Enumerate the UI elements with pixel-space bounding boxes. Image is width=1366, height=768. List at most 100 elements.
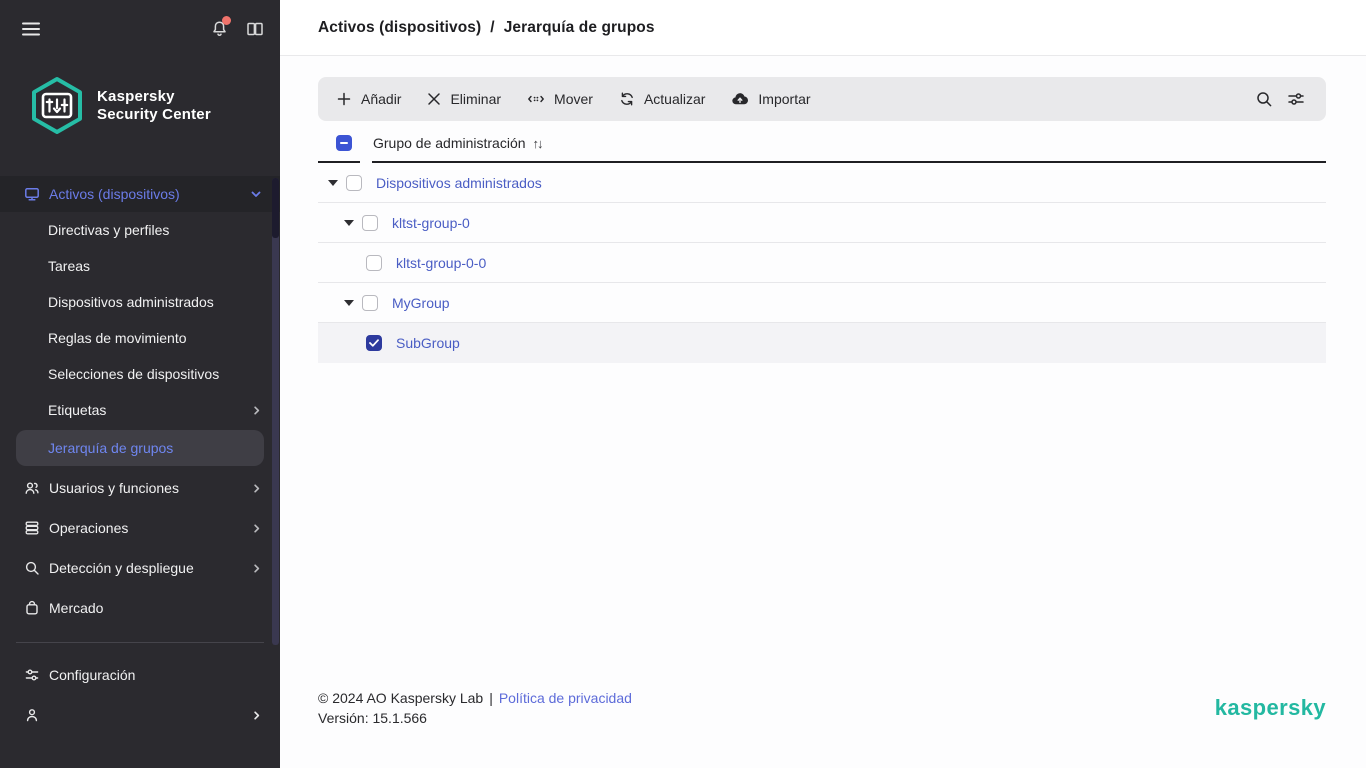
sidebar-item-label: Jerarquía de grupos <box>48 440 173 456</box>
row-checkbox[interactable] <box>366 255 382 271</box>
group-link[interactable]: kltst-group-0-0 <box>396 255 486 271</box>
breadcrumb-current: Jerarquía de grupos <box>504 19 655 37</box>
sidebar-item-directivas-y-perfiles[interactable]: Directivas y perfiles <box>0 212 280 248</box>
table-row: Dispositivos administrados <box>318 163 1326 203</box>
chevron-right-icon <box>251 523 262 534</box>
sidebar-item-deteccion-y-despliegue[interactable]: Detección y despliegue <box>0 548 280 588</box>
refresh-button[interactable]: Actualizar <box>619 91 705 107</box>
sliders-icon <box>24 667 40 683</box>
sidebar-item-label: Dispositivos administrados <box>48 294 262 310</box>
filter-settings-button[interactable] <box>1280 83 1312 115</box>
sidebar-item-label: Operaciones <box>49 520 251 536</box>
privacy-policy-link[interactable]: Política de privacidad <box>499 688 632 708</box>
sidebar-scrollbar[interactable] <box>272 178 279 645</box>
row-checkbox-checked[interactable] <box>366 335 382 351</box>
brand-title-line1: Kaspersky <box>97 88 211 106</box>
table-row-selected: SubGroup <box>318 323 1326 363</box>
sidebar-item-label: Reglas de movimiento <box>48 330 262 346</box>
search-icon <box>1255 90 1273 108</box>
chevron-right-icon <box>251 563 262 574</box>
sidebar-item-jerarquia-de-grupos[interactable]: Jerarquía de grupos <box>16 430 264 466</box>
notification-badge <box>222 16 231 25</box>
sidebar-item-label: Selecciones de dispositivos <box>48 366 262 382</box>
content: Añadir Eliminar Mover Actualizar Importa… <box>280 56 1366 768</box>
sidebar-item-tareas[interactable]: Tareas <box>0 248 280 284</box>
sidebar-item-usuarios-y-funciones[interactable]: Usuarios y funciones <box>0 468 280 508</box>
expander-icon[interactable] <box>344 300 362 306</box>
chevron-right-icon <box>251 710 262 721</box>
sidebar-item-label: Activos (dispositivos) <box>49 186 250 202</box>
person-icon <box>24 707 40 723</box>
group-link[interactable]: Dispositivos administrados <box>376 175 542 191</box>
group-link[interactable]: kltst-group-0 <box>392 215 470 231</box>
column-header-grupo[interactable]: Grupo de administración ↑↓ <box>373 135 542 151</box>
sidebar-item-activos-dispositivos[interactable]: Activos (dispositivos) <box>0 176 280 212</box>
move-button[interactable]: Mover <box>527 91 593 107</box>
brand-title-line2: Security Center <box>97 106 211 124</box>
refresh-icon <box>619 91 635 107</box>
row-checkbox[interactable] <box>362 215 378 231</box>
kaspersky-wordmark: kaspersky <box>1215 695 1326 721</box>
sidebar-item-reglas-de-movimiento[interactable]: Reglas de movimiento <box>0 320 280 356</box>
breadcrumb-separator: / <box>490 19 494 37</box>
import-button-label: Importar <box>758 91 810 107</box>
row-checkbox[interactable] <box>346 175 362 191</box>
sidebar-item-label: Detección y despliegue <box>49 560 251 576</box>
sidebar-divider <box>16 642 264 643</box>
search-button[interactable] <box>1248 83 1280 115</box>
menu-icon[interactable] <box>22 22 40 36</box>
breadcrumb: Activos (dispositivos) / Jerarquía de gr… <box>318 19 655 37</box>
close-icon <box>427 92 441 106</box>
sidebar-scrollbar-thumb[interactable] <box>272 178 279 238</box>
sidebar-item-selecciones-de-dispositivos[interactable]: Selecciones de dispositivos <box>0 356 280 392</box>
sidebar-item-label: Configuración <box>49 667 262 683</box>
expander-icon[interactable] <box>328 180 346 186</box>
sidebar-item-etiquetas[interactable]: Etiquetas <box>0 392 280 428</box>
sort-arrows-icon[interactable]: ↑↓ <box>533 136 542 151</box>
sidebar-item-mercado[interactable]: Mercado <box>0 588 280 628</box>
refresh-button-label: Actualizar <box>644 91 705 107</box>
select-all-checkbox[interactable] <box>336 135 352 151</box>
sidebar-item-label: Tareas <box>48 258 262 274</box>
chevron-down-icon <box>250 188 262 200</box>
table-header: Grupo de administración ↑↓ <box>318 125 1326 161</box>
row-checkbox[interactable] <box>362 295 378 311</box>
sidebar-item-label: Mercado <box>49 600 262 616</box>
plus-icon <box>336 91 352 107</box>
cloud-upload-icon <box>731 91 749 107</box>
expander-icon[interactable] <box>344 220 362 226</box>
group-link[interactable]: SubGroup <box>396 335 460 351</box>
sidebar-topbar <box>0 0 280 38</box>
sidebar-item-operaciones[interactable]: Operaciones <box>0 508 280 548</box>
sidebar-item-dispositivos-administrados[interactable]: Dispositivos administrados <box>0 284 280 320</box>
version-text: Versión: 15.1.566 <box>318 708 632 728</box>
page-header: Activos (dispositivos) / Jerarquía de gr… <box>280 0 1366 56</box>
breadcrumb-activos[interactable]: Activos (dispositivos) <box>318 19 481 37</box>
chevron-right-icon <box>251 483 262 494</box>
bag-icon <box>24 600 40 616</box>
footer-separator: | <box>489 688 493 708</box>
delete-button[interactable]: Eliminar <box>427 91 501 107</box>
sidebar-item-label: Etiquetas <box>48 402 251 418</box>
add-button[interactable]: Añadir <box>336 91 401 107</box>
table-row: kltst-group-0 <box>318 203 1326 243</box>
sidebar-nav: Activos (dispositivos) Directivas y perf… <box>0 176 280 735</box>
group-link[interactable]: MyGroup <box>392 295 450 311</box>
book-icon <box>246 21 264 37</box>
monitor-icon <box>24 186 40 202</box>
column-header-label: Grupo de administración <box>373 135 526 151</box>
table-row: MyGroup <box>318 283 1326 323</box>
sidebar-item-label: Usuarios y funciones <box>49 480 251 496</box>
kaspersky-logo <box>28 76 86 136</box>
sidebar-item-label: Directivas y perfiles <box>48 222 262 238</box>
sidebar-item-user-account[interactable] <box>0 695 280 735</box>
main-area: Activos (dispositivos) / Jerarquía de gr… <box>280 0 1366 768</box>
move-button-label: Mover <box>554 91 593 107</box>
brand[interactable]: Kaspersky Security Center <box>0 38 280 136</box>
search-icon <box>24 560 40 576</box>
sidebar-item-configuracion[interactable]: Configuración <box>0 655 280 695</box>
notifications-button[interactable] <box>211 20 228 38</box>
stack-icon <box>24 520 40 536</box>
import-button[interactable]: Importar <box>731 91 810 107</box>
documentation-button[interactable] <box>246 21 264 37</box>
